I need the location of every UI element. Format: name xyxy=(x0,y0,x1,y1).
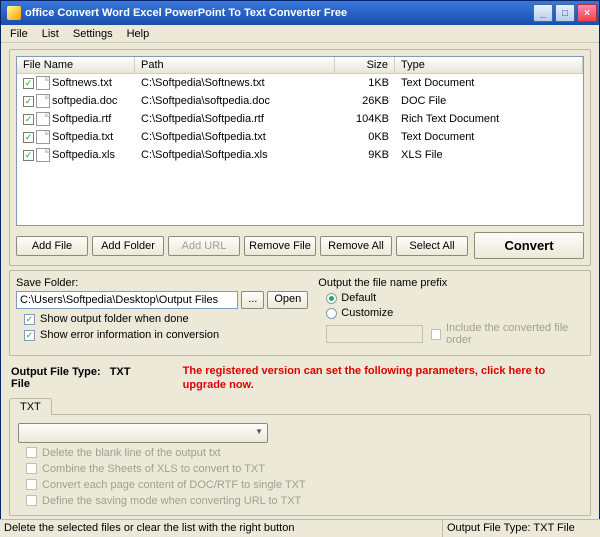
status-hint: Delete the selected files or clear the l… xyxy=(0,520,443,537)
opt-definesave-label: Define the saving mode when converting U… xyxy=(42,495,301,507)
file-list[interactable]: File Name Path Size Type ✓ Softnews.txt C:… xyxy=(16,56,584,226)
show-error-label: Show error information in conversion xyxy=(40,329,219,341)
save-folder-input[interactable] xyxy=(16,291,238,309)
add-folder-button[interactable]: Add Folder xyxy=(92,236,164,256)
file-size: 26KB xyxy=(335,94,395,108)
include-order-label: Include the converted file order xyxy=(446,322,584,346)
file-icon xyxy=(36,130,50,144)
file-name: softpedia.doc xyxy=(52,95,117,107)
file-name: Softpedia.txt xyxy=(52,131,113,143)
titlebar: office Convert Word Excel PowerPoint To … xyxy=(1,1,599,25)
opt-convertpage-checkbox xyxy=(26,479,37,490)
output-type-row: Output File Type: TXT File The registere… xyxy=(9,360,591,395)
opt-deleteblank-checkbox xyxy=(26,447,37,458)
menu-settings[interactable]: Settings xyxy=(66,26,120,42)
convert-button[interactable]: Convert xyxy=(474,232,584,259)
settings-group: Save Folder: ... Open ✓ Show output fold… xyxy=(9,270,591,356)
file-type: Text Document xyxy=(395,130,583,144)
file-icon xyxy=(36,94,50,108)
add-url-button: Add URL xyxy=(168,236,240,256)
status-outtype: Output File Type: TXT File xyxy=(443,520,600,537)
status-bar: Delete the selected files or clear the l… xyxy=(0,519,600,537)
menu-help[interactable]: Help xyxy=(120,26,157,42)
opt-definesave-checkbox xyxy=(26,495,37,506)
remove-all-button[interactable]: Remove All xyxy=(320,236,392,256)
table-row[interactable]: ✓ Softnews.txt C:\Softpedia\Softnews.txt1K… xyxy=(17,74,583,92)
list-header: File Name Path Size Type xyxy=(17,57,583,74)
file-type: Text Document xyxy=(395,76,583,90)
minimize-button[interactable]: _ xyxy=(533,4,553,22)
file-name: Softpedia.xls xyxy=(52,149,115,161)
file-name: Softpedia.rtf xyxy=(52,113,111,125)
col-path[interactable]: Path xyxy=(135,57,335,73)
window-title: office Convert Word Excel PowerPoint To … xyxy=(25,7,531,19)
table-row[interactable]: ✓ Softpedia.txt C:\Softpedia\Softpedia.txt… xyxy=(17,128,583,146)
radio-customize[interactable] xyxy=(326,308,337,319)
tab-txt[interactable]: TXT xyxy=(9,398,52,415)
col-filename[interactable]: File Name xyxy=(17,57,135,73)
add-file-button[interactable]: Add File xyxy=(16,236,88,256)
file-icon xyxy=(36,112,50,126)
upgrade-message[interactable]: The registered version can set the follo… xyxy=(183,364,589,393)
file-size: 0KB xyxy=(335,130,395,144)
file-icon xyxy=(36,76,50,90)
file-size: 104KB xyxy=(335,112,395,126)
row-checkbox[interactable]: ✓ xyxy=(23,114,34,125)
col-size[interactable]: Size xyxy=(335,57,395,73)
file-path: C:\Softpedia\Softpedia.xls xyxy=(135,148,335,162)
button-row: Add File Add Folder Add URL Remove File … xyxy=(16,232,584,259)
opt-combinesheets-checkbox xyxy=(26,463,37,474)
show-folder-label: Show output folder when done xyxy=(40,313,189,325)
row-checkbox[interactable]: ✓ xyxy=(23,96,34,107)
file-path: C:\Softpedia\softpedia.doc xyxy=(135,94,335,108)
menu-file[interactable]: File xyxy=(3,26,35,42)
save-folder-label: Save Folder: xyxy=(16,277,308,289)
file-icon xyxy=(36,148,50,162)
row-checkbox[interactable]: ✓ xyxy=(23,78,34,89)
radio-default[interactable] xyxy=(326,293,337,304)
col-type[interactable]: Type xyxy=(395,57,583,73)
radio-default-label: Default xyxy=(341,292,376,304)
row-checkbox[interactable]: ✓ xyxy=(23,150,34,161)
table-row[interactable]: ✓ Softpedia.rtf C:\Softpedia\Softpedia.rtf… xyxy=(17,110,583,128)
menubar: File List Settings Help xyxy=(1,25,599,43)
select-all-button[interactable]: Select All xyxy=(396,236,468,256)
open-button[interactable]: Open xyxy=(267,291,308,309)
output-type-label: Output File Type: xyxy=(11,366,101,378)
tab-body: Delete the blank line of the output txt … xyxy=(9,414,591,516)
txt-combo xyxy=(18,423,268,443)
prefix-custom-input xyxy=(326,325,422,343)
opt-convertpage-label: Convert each page content of DOC/RTF to … xyxy=(42,479,306,491)
table-row[interactable]: ✓ softpedia.doc C:\Softpedia\softpedia.doc… xyxy=(17,92,583,110)
remove-file-button[interactable]: Remove File xyxy=(244,236,316,256)
file-type: DOC File xyxy=(395,94,583,108)
show-folder-checkbox[interactable]: ✓ xyxy=(24,314,35,325)
maximize-button[interactable]: □ xyxy=(555,4,575,22)
show-error-checkbox[interactable]: ✓ xyxy=(24,330,35,341)
file-path: C:\Softpedia\Softpedia.txt xyxy=(135,130,335,144)
file-type: XLS File xyxy=(395,148,583,162)
file-size: 1KB xyxy=(335,76,395,90)
include-order-checkbox xyxy=(431,329,441,340)
radio-customize-label: Customize xyxy=(341,307,393,319)
file-type: Rich Text Document xyxy=(395,112,583,126)
row-checkbox[interactable]: ✓ xyxy=(23,132,34,143)
close-button[interactable]: × xyxy=(577,4,597,22)
browse-button[interactable]: ... xyxy=(241,291,264,309)
file-name: Softnews.txt xyxy=(52,77,112,89)
opt-deleteblank-label: Delete the blank line of the output txt xyxy=(42,447,221,459)
table-row[interactable]: ✓ Softpedia.xls C:\Softpedia\Softpedia.xls… xyxy=(17,146,583,164)
file-path: C:\Softpedia\Softnews.txt xyxy=(135,76,335,90)
menu-list[interactable]: List xyxy=(35,26,66,42)
opt-combinesheets-label: Combine the Sheets of XLS to convert to … xyxy=(42,463,265,475)
app-icon xyxy=(7,6,21,20)
prefix-label: Output the file name prefix xyxy=(318,277,584,289)
file-size: 9KB xyxy=(335,148,395,162)
filelist-group: File Name Path Size Type ✓ Softnews.txt C:… xyxy=(9,49,591,266)
file-path: C:\Softpedia\Softpedia.rtf xyxy=(135,112,335,126)
